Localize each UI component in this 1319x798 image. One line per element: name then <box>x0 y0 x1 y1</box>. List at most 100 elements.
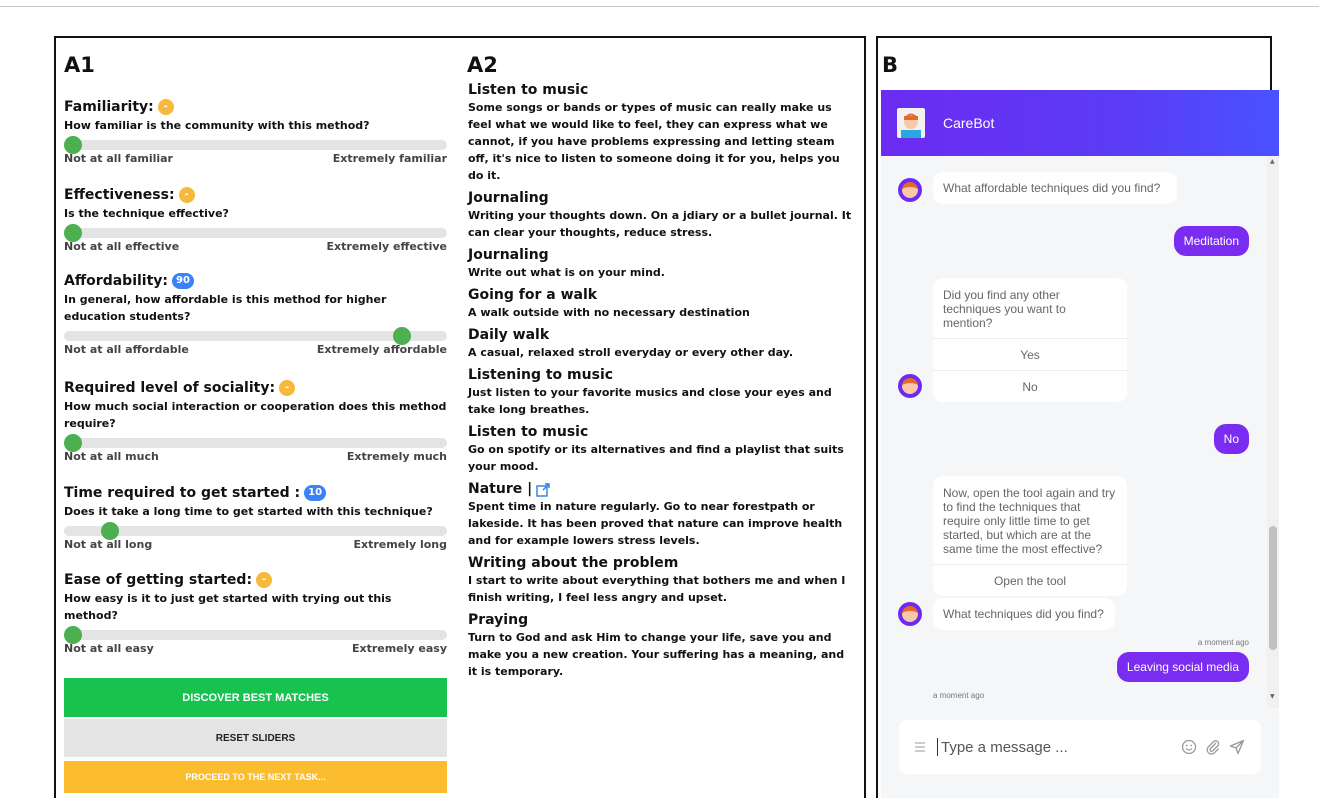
slider-ends: Not at all effective Extremely effective <box>64 240 447 253</box>
technique-description: A casual, relaxed stroll everyday or eve… <box>468 346 793 359</box>
technique-item: Writing about the problem I start to writ… <box>468 555 856 606</box>
slider-max-label: Extremely easy <box>351 642 447 655</box>
label-b: B <box>882 53 899 77</box>
message-input[interactable] <box>939 737 1169 757</box>
slider-min-label: Not at all familiar <box>64 152 173 165</box>
technique-item: Praying Turn to God and ask Him to change… <box>468 612 856 680</box>
slider-thumb[interactable] <box>64 136 82 154</box>
technique-item: Daily walk A casual, relaxed stroll every… <box>468 327 856 361</box>
slider-question: How familiar is the community with this … <box>64 119 370 132</box>
open-the-tool-button[interactable]: Open the tool <box>933 564 1127 596</box>
bot-avatar-icon <box>898 602 922 626</box>
slider-max-label: Extremely familiar <box>332 152 447 165</box>
chat-header: CareBot <box>881 90 1279 156</box>
option-no-button[interactable]: No <box>933 370 1127 402</box>
technique-item: Listen to music Go on spotify or its alte… <box>468 424 856 475</box>
external-link-icon[interactable] <box>536 482 550 497</box>
slider-max-label: Extremely long <box>353 538 447 551</box>
slider-title: Required level of sociality: - <box>64 380 447 396</box>
option-card: Now, open the tool again and try to find… <box>933 476 1127 596</box>
slider-block: Affordability: 90 In general, how affordab… <box>64 273 447 356</box>
technique-title: Listen to music <box>468 424 589 440</box>
slider-ends: Not at all long Extremely long <box>64 538 447 551</box>
slider-title-text: Ease of getting started: <box>64 572 253 588</box>
technique-description: Write out what is on your mind. <box>468 266 665 279</box>
bot-avatar-icon <box>898 178 922 202</box>
technique-title: Going for a walk <box>468 287 598 303</box>
proceed-next-task-button[interactable]: PROCEED TO THE NEXT TASK... <box>64 761 447 793</box>
message-timestamp: a moment ago <box>933 691 985 700</box>
menu-icon[interactable] <box>915 742 925 752</box>
technique-title-row: Listen to music <box>468 424 856 441</box>
slider-title: Affordability: 90 <box>64 273 447 289</box>
technique-title-row: Journaling <box>468 190 856 207</box>
slider-value-badge: - <box>157 99 174 115</box>
scroll-up-icon[interactable]: ▲ <box>1270 158 1275 165</box>
slider-track[interactable] <box>64 522 447 540</box>
option-yes-button[interactable]: Yes <box>933 338 1127 370</box>
slider-thumb[interactable] <box>64 434 82 452</box>
user-message: Leaving social media <box>1116 652 1249 682</box>
slider-title: Time required to get started :10 <box>64 485 447 501</box>
slider-question: How much social interaction or cooperati… <box>64 400 447 430</box>
label-a1: A1 <box>64 53 95 77</box>
technique-title-row: Writing about the problem <box>468 555 856 572</box>
slider-thumb[interactable] <box>100 522 119 540</box>
slider-title: Familiarity: - <box>64 99 447 115</box>
send-icon[interactable] <box>1229 739 1245 755</box>
slider-block: Familiarity: - How familiar is the communi… <box>64 99 447 165</box>
technique-title: Writing about the problem <box>468 555 679 571</box>
slider-value-badge: 10 <box>304 485 327 501</box>
slider-block: Required level of sociality: - How much so… <box>64 380 447 463</box>
technique-title-row: Praying <box>468 612 856 629</box>
option-card: Did you find any other techniques you wa… <box>933 278 1127 402</box>
technique-title: Journaling <box>468 190 549 206</box>
slider-min-label: Not at all much <box>64 450 159 463</box>
slider-track[interactable] <box>64 224 447 242</box>
chat-scrollbar[interactable]: ▲ ▼ <box>1267 156 1279 708</box>
technique-item: Listening to music Just listen to your fa… <box>468 367 856 418</box>
slider-value-badge: - <box>279 380 296 396</box>
bot-message: What affordable techniques did you find? <box>933 172 1177 204</box>
slider-question: How easy is it to just get started with … <box>64 592 392 622</box>
user-message: Meditation <box>1173 226 1249 256</box>
technique-item: Nature | Spent time in nature regularly. … <box>468 481 856 549</box>
slider-value-badge: - <box>256 572 273 588</box>
label-a2: A2 <box>467 53 498 77</box>
option-card-text: Now, open the tool again and try to find… <box>943 486 1116 556</box>
technique-title: Daily walk <box>468 327 550 343</box>
slider-thumb[interactable] <box>64 626 82 644</box>
slider-block: Ease of getting started: - How easy is it … <box>64 572 447 655</box>
slider-min-label: Not at all effective <box>64 240 180 253</box>
slider-ends: Not at all easy Extremely easy <box>64 642 447 655</box>
slider-track[interactable] <box>64 626 447 644</box>
technique-description: Spent time in nature regularly. Go to ne… <box>468 500 843 547</box>
top-divider <box>0 6 1319 7</box>
emoji-icon[interactable] <box>1181 739 1197 755</box>
slider-max-label: Extremely affordable <box>316 343 447 356</box>
technique-item: Journaling Writing your thoughts down. On… <box>468 190 856 241</box>
option-card-text: Did you find any other techniques you wa… <box>943 288 1066 330</box>
technique-title: Journaling <box>468 247 549 263</box>
discover-best-matches-button[interactable]: DISCOVER BEST MATCHES <box>64 678 447 717</box>
technique-item: Going for a walk A walk outside with no n… <box>468 287 856 321</box>
technique-title: Listen to music <box>468 82 589 98</box>
scrollbar-thumb[interactable] <box>1269 526 1277 650</box>
chat-messages[interactable]: What affordable techniques did you find?… <box>881 156 1279 708</box>
slider-track[interactable] <box>64 434 447 452</box>
message-timestamp: a moment ago <box>1197 638 1249 647</box>
slider-track[interactable] <box>64 327 447 345</box>
slider-title-text: Time required to get started : <box>64 485 301 501</box>
slider-track[interactable] <box>64 136 447 154</box>
bot-name: CareBot <box>943 115 995 131</box>
reset-sliders-button[interactable]: RESET SLIDERS <box>64 719 447 757</box>
slider-thumb[interactable] <box>392 327 411 345</box>
technique-title-row: Nature | <box>468 481 856 498</box>
slider-thumb[interactable] <box>64 224 82 242</box>
slider-question: In general, how affordable is this metho… <box>64 293 387 323</box>
technique-list: Listen to music Some songs or bands or ty… <box>468 82 856 686</box>
attachment-icon[interactable] <box>1205 739 1221 755</box>
user-message: No <box>1213 424 1249 454</box>
slider-title: Effectiveness: - <box>64 187 447 203</box>
scroll-down-icon[interactable]: ▼ <box>1270 693 1275 700</box>
